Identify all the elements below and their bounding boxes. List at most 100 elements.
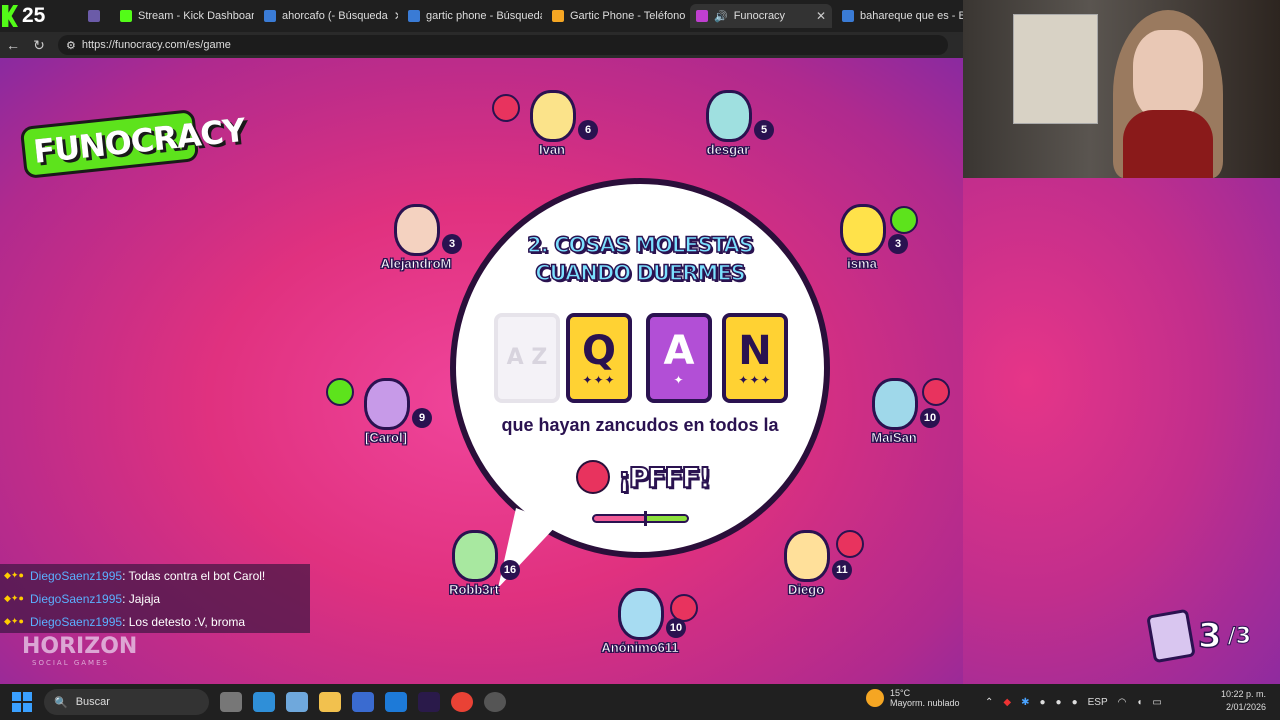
player-anonimo611: 10 Anónimo611 (590, 588, 698, 678)
player-name: isma (847, 256, 877, 272)
bluetooth-icon[interactable]: ✱ (1021, 697, 1029, 708)
tab-gartic-search[interactable]: gartic phone - Búsqueda ✕ (402, 4, 542, 28)
shield-icon[interactable]: ◆ (1003, 697, 1011, 708)
store-icon[interactable] (352, 692, 374, 712)
chrome-icon[interactable] (451, 692, 473, 712)
chat-text: : Jajaja (122, 591, 161, 606)
tab-funocracy[interactable]: 🔊 Funocracy ✕ (690, 4, 832, 28)
thumbs-up-icon (326, 378, 354, 406)
weather-text: Mayorm. nublado (890, 698, 960, 708)
browser-tab-bar: 25 Stream - Kick Dashboard ✕ ahorcafo (-… (0, 0, 963, 32)
tab-label: Gartic Phone - Teléfono D (570, 10, 686, 22)
card-stars: ✦ (673, 373, 685, 387)
wifi-icon[interactable]: ◠ (1118, 697, 1127, 708)
copilot-icon[interactable] (286, 692, 308, 712)
app-tray-icon-3[interactable]: ● (1072, 697, 1078, 708)
tab-kick-dashboard[interactable]: Stream - Kick Dashboard ✕ (114, 4, 254, 28)
weather-widget[interactable]: 15°C Mayorm. nublado (866, 688, 960, 708)
avatar (706, 90, 752, 142)
webcam-face (1133, 30, 1203, 120)
avatar (364, 378, 410, 430)
score-badge: 5 (754, 120, 774, 140)
logo-text: FUNOCRACY (19, 108, 247, 180)
badges-icon: ◆✦● (4, 570, 24, 580)
player-robb3rt: 16 Robb3rt (424, 530, 524, 620)
battery-icon[interactable]: ▭ (1152, 697, 1161, 708)
chat-username: DiegoSaenz1995 (30, 614, 123, 629)
score-badge: 3 (442, 234, 462, 254)
file-explorer-icon[interactable] (319, 692, 341, 712)
player-ivan: 6 Ivan (492, 90, 602, 180)
card-q[interactable]: Q ✦✦✦ (566, 313, 632, 403)
chat-message: ◆✦● DiegoSaenz1995 : Los detesto :V, bro… (0, 610, 310, 633)
obs-icon[interactable] (484, 692, 506, 712)
weather-icon (866, 689, 884, 707)
temperature: 15°C (890, 688, 911, 698)
premiere-icon[interactable] (418, 692, 440, 712)
chat-message: ◆✦● DiegoSaenz1995 : Jajaja (0, 587, 310, 610)
score-badge: 3 (888, 234, 908, 254)
windows-start-icon[interactable] (12, 692, 32, 712)
meter-marker (644, 511, 647, 526)
url-field[interactable]: ⚙ https://funocracy.com/es/game (58, 35, 948, 55)
badges-icon: ◆✦● (4, 616, 24, 626)
webcam-poster (1013, 14, 1098, 124)
volume-icon[interactable]: ◖ (1136, 697, 1142, 708)
edge-icon[interactable] (253, 692, 275, 712)
close-tab-icon[interactable]: ✕ (394, 9, 398, 23)
search-placeholder: Buscar (75, 696, 110, 708)
tab-ahorcafo[interactable]: ahorcafo (- Búsqueda ✕ (258, 4, 398, 28)
clock-time: 10:22 p. m. (1220, 689, 1266, 699)
reload-icon[interactable]: ↻ (26, 37, 52, 54)
chevron-up-icon[interactable]: ⌃ (985, 697, 993, 708)
avatar (840, 204, 886, 256)
tab-gartic-phone[interactable]: Gartic Phone - Teléfono D ✕ (546, 4, 686, 28)
reaction: ¡PFFF! (576, 460, 712, 495)
player-isma: 3 isma (812, 204, 918, 294)
brand-text: HORIZON (22, 634, 138, 659)
outlook-icon[interactable] (385, 692, 407, 712)
chat-message: ◆✦● DiegoSaenz1995 : Todas contra el bot… (0, 564, 310, 587)
task-view-icon[interactable] (220, 692, 242, 712)
tab-bahareque[interactable]: bahareque que es - Búsq (836, 4, 963, 28)
avatar (394, 204, 440, 256)
search-favicon-icon (842, 10, 854, 22)
score-badge: 16 (500, 560, 520, 580)
app-tray-icon[interactable]: ● (1039, 697, 1045, 708)
site-info-icon[interactable]: ⚙ (66, 39, 76, 52)
player-name: desgar (706, 142, 750, 158)
angry-face-icon (576, 460, 610, 494)
score-badge: 6 (578, 120, 598, 140)
app-tray-icon-2[interactable]: ● (1056, 697, 1062, 708)
round-total: /3 (1227, 623, 1252, 649)
angry-reaction-icon (836, 530, 864, 558)
game-background-right (963, 178, 1280, 684)
kick-widget: 25 (0, 0, 60, 32)
speaker-icon[interactable]: 🔊 (714, 10, 728, 23)
avatar (530, 90, 576, 142)
tab-pinned[interactable] (82, 4, 104, 28)
chat-text: : Los detesto :V, broma (122, 614, 246, 629)
address-bar-row: ← ↻ ⚙ https://funocracy.com/es/game (0, 32, 963, 58)
tab-label: ahorcafo (- Búsqueda (282, 10, 388, 22)
clock-date: 2/01/2026 (1225, 702, 1266, 712)
player-desgar: 5 desgar (678, 90, 778, 180)
player-name: AlejandroM (380, 256, 452, 272)
clock[interactable]: 10:22 p. m. 2/01/2026 (1221, 688, 1266, 714)
avatar (872, 378, 918, 430)
taskbar-search[interactable]: 🔍 Buscar (44, 689, 209, 715)
search-icon: 🔍 (54, 696, 68, 709)
chat-username: DiegoSaenz1995 (30, 591, 123, 606)
player-alejandrom: 3 AlejandroM (366, 204, 466, 294)
webcam-overlay (963, 0, 1280, 178)
player-maisan: 10 MaiSan (844, 378, 950, 468)
card-letter: A Z (506, 345, 548, 370)
back-arrow-icon[interactable]: ← (0, 37, 26, 53)
game-canvas: FUNOCRACY 2. COSAS MOLESTAS CUANDO DUERM… (0, 58, 963, 684)
card-a[interactable]: A ✦ (646, 313, 712, 403)
horizon-logo: HORIZON SOCIAL GAMES (22, 634, 137, 667)
language-indicator[interactable]: ESP (1088, 697, 1108, 708)
tab-label: Funocracy (733, 10, 786, 22)
card-n[interactable]: N ✦✦✦ (722, 313, 788, 403)
close-tab-icon[interactable]: ✕ (816, 9, 826, 23)
